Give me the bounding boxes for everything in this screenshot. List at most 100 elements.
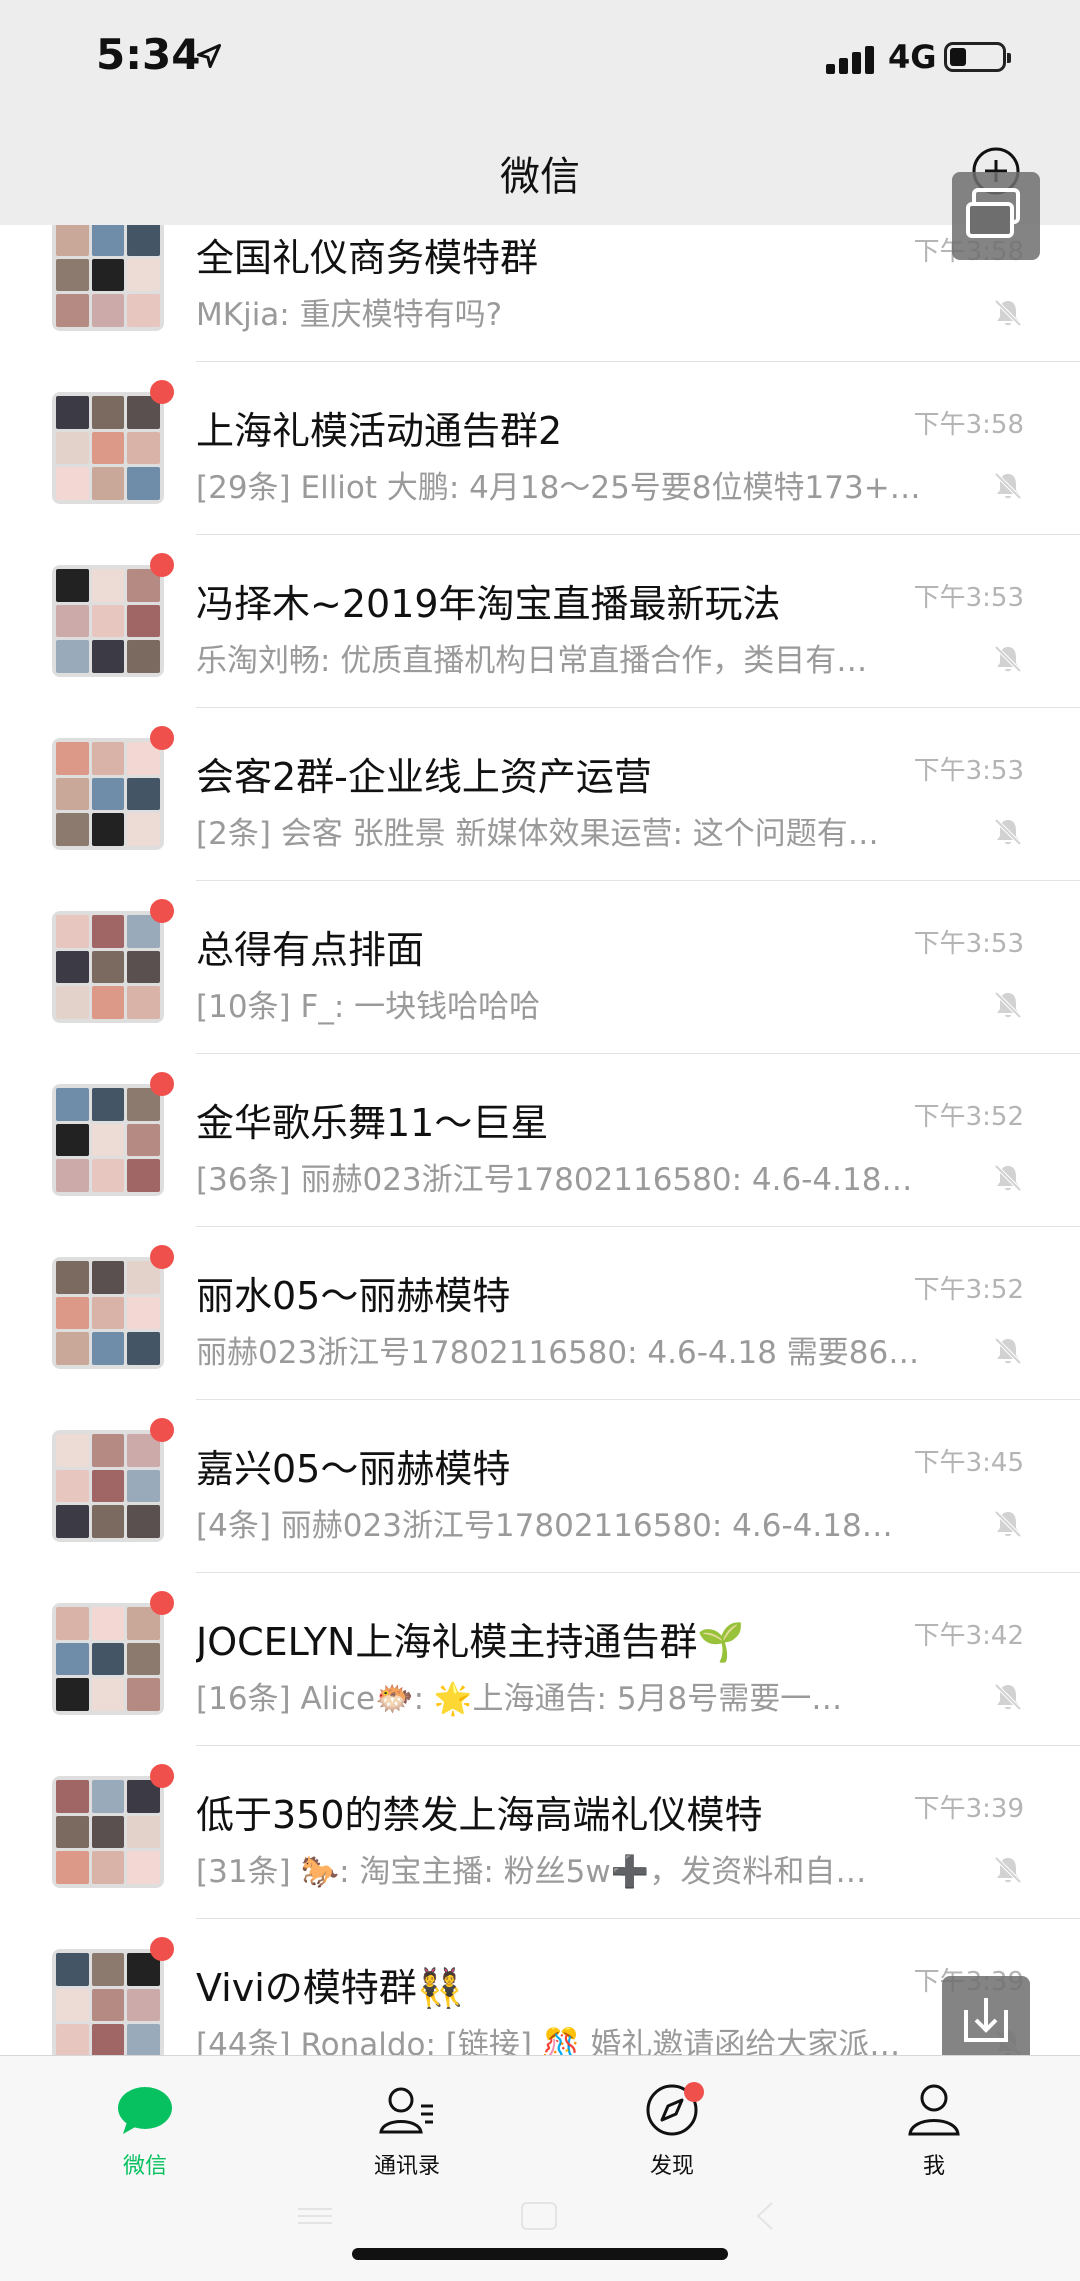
tab-contacts[interactable]: 通讯录 — [327, 2082, 487, 2192]
muted-bell-icon — [994, 991, 1022, 1019]
chat-row[interactable]: 全国礼仪商务模特群下午3:58MKjia: 重庆模特有吗? — [0, 225, 1080, 362]
chat-row[interactable]: 低于350的禁发上海高端礼仪模特 下午3:39 [31条] 🐎: 淘宝主播: 粉丝5… — [0, 1746, 1080, 1919]
tab-label: 微信 — [122, 2154, 167, 2179]
muted-bell-icon — [994, 1856, 1022, 1884]
chat-row[interactable]: Viviの模特群👯下午3:39[44条] Ronaldo: [链接] 🎊 婚礼邀… — [0, 1919, 1080, 2055]
download-button[interactable] — [942, 1976, 1030, 2064]
chat-preview: [44条] Ronaldo: [链接] 🎊 婚礼邀请函给大家派… — [196, 2027, 901, 2055]
chat-row[interactable]: 金华歌乐舞11～巨星 下午3:52 [36条] 丽赫023浙江号1780211658… — [0, 1054, 1080, 1227]
chat-name: 金华歌乐舞11～巨星 — [196, 1101, 549, 1145]
muted-bell-icon — [994, 1164, 1022, 1192]
network-type: 4G — [888, 38, 937, 76]
group-avatar — [52, 1257, 164, 1369]
chat-row[interactable]: JOCELYN上海礼模主持通告群🌱 下午3:42 [16条] Alice🐡: 🌟上海… — [0, 1573, 1080, 1746]
group-avatar — [52, 1603, 164, 1715]
chat-time: 下午3:52 — [913, 1102, 1024, 1132]
chat-time: 下午3:39 — [913, 1794, 1024, 1824]
chat-name: Viviの模特群👯 — [196, 1966, 465, 2010]
location-arrow-icon — [196, 43, 222, 69]
group-avatar — [52, 392, 164, 504]
chat-time: 下午3:53 — [913, 929, 1024, 959]
tab-label: 我 — [922, 2154, 945, 2179]
unread-dot — [150, 899, 174, 923]
group-avatar — [52, 1776, 164, 1888]
tab-chats[interactable]: 微信 — [65, 2082, 225, 2192]
chat-name: 会客2群-企业线上资产运营 — [196, 755, 652, 799]
chat-name: 丽水05～丽赫模特 — [196, 1274, 511, 1318]
muted-bell-icon — [994, 645, 1022, 673]
signal-strength-icon — [826, 44, 876, 74]
unread-dot — [150, 1072, 174, 1096]
chat-time: 下午3:42 — [913, 1621, 1024, 1651]
chat-time: 下午3:52 — [913, 1275, 1024, 1305]
floating-window-button[interactable] — [952, 172, 1040, 260]
chat-row[interactable]: 总得有点排面 下午3:53 [10条] F_: 一块钱哈哈哈 — [0, 881, 1080, 1054]
unread-dot — [150, 380, 174, 404]
chat-preview: 丽赫023浙江号17802116580: 4.6-4.18 需要86… — [196, 1335, 920, 1371]
chat-list[interactable]: 全国礼仪商务模特群下午3:58MKjia: 重庆模特有吗?上海礼模活动通告群2下… — [0, 225, 1080, 2055]
chat-preview: [29条] Elliot 大鹏: 4月18～25号要8位模特173+… — [196, 470, 921, 506]
chat-preview: [16条] Alice🐡: 🌟上海通告: 5月8号需要一… — [196, 1681, 843, 1717]
navigation-bar: 微信 — [0, 120, 1080, 226]
group-avatar — [52, 1430, 164, 1542]
battery-icon — [944, 42, 1011, 72]
chat-row[interactable]: 冯择木~2019年淘宝直播最新玩法 下午3:53 乐淘刘畅: 优质直播机构日常直播合… — [0, 535, 1080, 708]
chat-preview: [10条] F_: 一块钱哈哈哈 — [196, 989, 541, 1025]
chat-name: JOCELYN上海礼模主持通告群🌱 — [196, 1620, 745, 1664]
chat-time: 下午3:53 — [913, 583, 1024, 613]
group-avatar — [52, 1084, 164, 1196]
chat-time: 下午3:53 — [913, 756, 1024, 786]
status-bar: 5:34 4G — [0, 0, 1080, 120]
chat-name: 冯择木~2019年淘宝直播最新玩法 — [196, 582, 781, 626]
tab-discover[interactable]: 发现 — [592, 2082, 752, 2192]
muted-bell-icon — [994, 299, 1022, 327]
group-avatar — [52, 1949, 164, 2055]
muted-bell-icon — [994, 472, 1022, 500]
chat-row[interactable]: 上海礼模活动通告群2 下午3:58 [29条] Elliot 大鹏: 4月18～25… — [0, 362, 1080, 535]
person-icon — [908, 2084, 960, 2136]
group-avatar — [52, 738, 164, 850]
chat-row[interactable]: 会客2群-企业线上资产运营 下午3:53 [2条] 会客 张胜景 新媒体效果运营: … — [0, 708, 1080, 881]
unread-dot — [150, 1591, 174, 1615]
chat-preview: [31条] 🐎: 淘宝主播: 粉丝5w➕，发资料和自… — [196, 1854, 867, 1890]
unread-dot — [150, 553, 174, 577]
windows-icon — [966, 188, 1020, 238]
chat-preview: [36条] 丽赫023浙江号17802116580: 4.6-4.18… — [196, 1162, 913, 1198]
tab-me[interactable]: 我 — [854, 2082, 1014, 2192]
unread-dot — [150, 1764, 174, 1788]
system-navigation-keys — [298, 2202, 773, 2230]
unread-dot — [150, 1418, 174, 1442]
unread-dot — [150, 726, 174, 750]
group-avatar — [52, 565, 164, 677]
muted-bell-icon — [994, 1337, 1022, 1365]
chat-name: 上海礼模活动通告群2 — [196, 409, 563, 453]
muted-bell-icon — [994, 1510, 1022, 1538]
group-avatar — [52, 911, 164, 1023]
status-time: 5:34 — [96, 30, 201, 79]
chat-name: 嘉兴05～丽赫模特 — [196, 1447, 511, 1491]
download-icon — [964, 1998, 1008, 2042]
chat-row[interactable]: 嘉兴05～丽赫模特 下午3:45 [4条] 丽赫023浙江号17802116580:… — [0, 1400, 1080, 1573]
home-indicator[interactable] — [352, 2248, 728, 2260]
chat-time: 下午3:45 — [913, 1448, 1024, 1478]
chat-name: 全国礼仪商务模特群 — [196, 236, 539, 280]
chat-bubble-icon — [118, 2087, 172, 2134]
chat-name: 总得有点排面 — [196, 928, 425, 972]
contacts-icon — [379, 2087, 433, 2134]
page-title: 微信 — [500, 154, 580, 200]
discover-unread-dot — [684, 2082, 704, 2102]
chat-preview: MKjia: 重庆模特有吗? — [196, 297, 503, 333]
muted-bell-icon — [994, 1683, 1022, 1711]
tab-label: 通讯录 — [373, 2154, 440, 2179]
chat-preview: [2条] 会客 张胜景 新媒体效果运营: 这个问题有… — [196, 816, 879, 852]
chat-time: 下午3:58 — [913, 410, 1024, 440]
group-avatar — [52, 225, 164, 331]
tab-label: 发现 — [649, 2154, 694, 2179]
chat-preview: 乐淘刘畅: 优质直播机构日常直播合作，类目有… — [196, 643, 868, 679]
muted-bell-icon — [994, 818, 1022, 846]
unread-dot — [150, 1937, 174, 1961]
chat-name: 低于350的禁发上海高端礼仪模特 — [196, 1793, 763, 1837]
unread-dot — [150, 1245, 174, 1269]
chat-preview: [4条] 丽赫023浙江号17802116580: 4.6-4.18… — [196, 1508, 893, 1544]
chat-row[interactable]: 丽水05～丽赫模特 下午3:52 丽赫023浙江号17802116580: 4.6-… — [0, 1227, 1080, 1400]
